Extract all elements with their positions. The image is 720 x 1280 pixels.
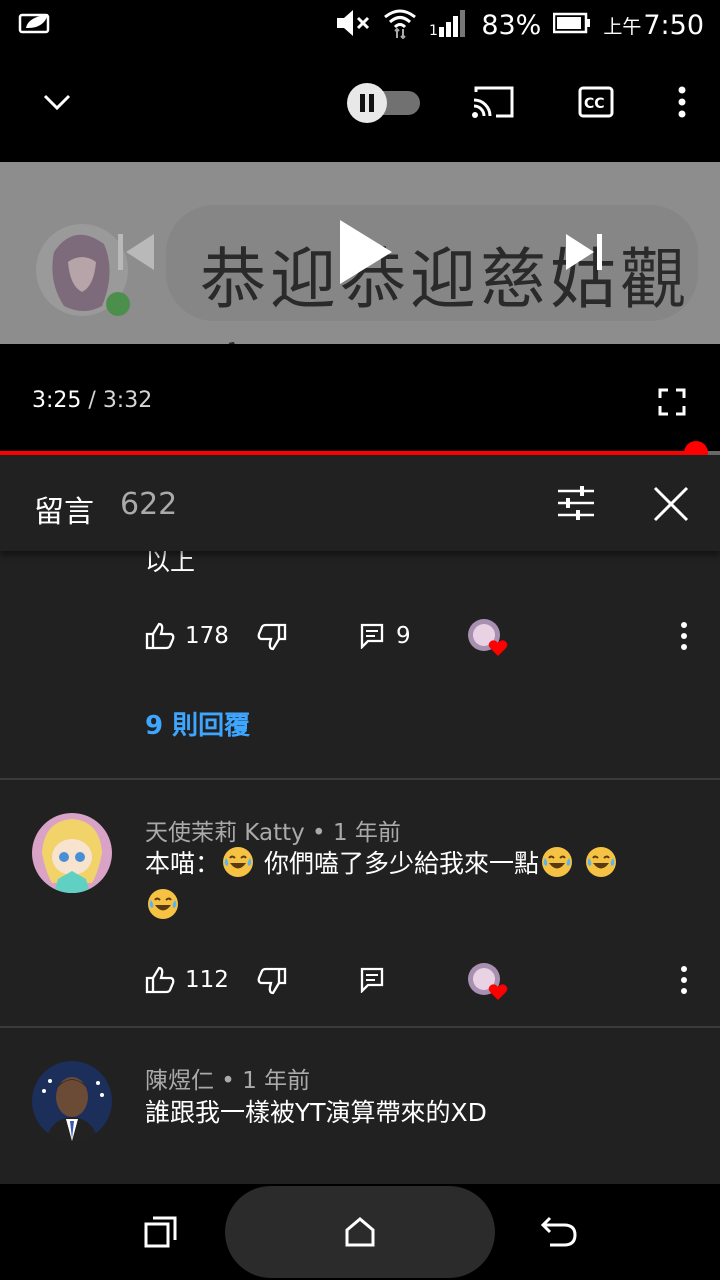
like-count: 112 [185, 967, 229, 993]
duration: 3:32 [102, 388, 153, 413]
view-replies-link[interactable]: 9 則回覆 [145, 705, 250, 742]
system-navigation-bar [0, 1184, 720, 1280]
creator-heart-icon [467, 962, 511, 1006]
reply-icon[interactable] [360, 967, 384, 997]
comments-count: 622 [120, 487, 178, 522]
battery-icon [553, 12, 591, 38]
status-bar: 1 83% 上午 7:50 [0, 0, 720, 50]
home-icon[interactable] [344, 1216, 376, 1252]
comment-menu-icon[interactable] [679, 966, 689, 998]
svg-text:CC: CC [584, 96, 605, 112]
mute-icon [335, 8, 371, 42]
player-top-bar: CC [0, 50, 720, 162]
comments-list[interactable]: 以上 178 9 9 則回覆 天使茉莉 Katty • 1 年前 本喵： 你們嗑… [0, 551, 720, 1184]
divider [0, 1026, 720, 1028]
laughing-tears-emoji-icon [148, 889, 178, 919]
like-icon[interactable] [145, 966, 175, 998]
current-time: 3:25 [32, 388, 82, 413]
like-count: 178 [185, 623, 229, 649]
laughing-tears-emoji-icon [585, 847, 616, 877]
time-display: 3:25 / 3:32 [32, 388, 152, 413]
ampm-label: 上午 [603, 15, 642, 38]
reply-icon[interactable] [360, 623, 384, 653]
wifi-icon [383, 7, 417, 43]
comments-header: 留言 622 [0, 455, 720, 551]
comment-author[interactable]: 陳煜仁 [145, 1068, 214, 1094]
comment-menu-icon[interactable] [679, 622, 689, 654]
time-separator: / [81, 388, 103, 413]
battery-percent: 83% [481, 9, 542, 41]
laughing-tears-emoji-icon [223, 847, 254, 877]
meta-separator: • [214, 1068, 243, 1094]
reply-count: 9 [396, 623, 411, 649]
more-options-icon[interactable] [676, 86, 688, 122]
minimize-chevron-icon[interactable] [42, 88, 72, 118]
divider [0, 778, 720, 780]
clock: 7:50 [643, 9, 704, 41]
comment-text-part: 本喵： [145, 849, 221, 878]
cast-icon[interactable] [472, 86, 514, 122]
filter-settings-icon[interactable] [556, 483, 596, 527]
previous-video-icon[interactable] [116, 232, 156, 276]
dislike-icon[interactable] [257, 623, 287, 655]
comment-text: 誰跟我一樣被YT演算帶來的XD [145, 1098, 487, 1127]
laughing-tears-emoji-icon [541, 847, 572, 877]
comment-meta: 陳煜仁 • 1 年前 [145, 1061, 310, 1095]
comment-age: 1 年前 [242, 1068, 311, 1094]
autoplay-toggle[interactable] [346, 82, 422, 128]
like-icon[interactable] [145, 622, 175, 654]
comment-text: 以上 [145, 551, 196, 576]
comments-title: 留言 [34, 495, 94, 530]
creator-heart-icon [467, 618, 511, 662]
leaf-notification-icon [18, 10, 54, 40]
recent-apps-icon[interactable] [144, 1216, 178, 1252]
comment-text: 本喵： 你們嗑了多少給我來一點 [145, 843, 685, 927]
avatar[interactable] [32, 813, 112, 893]
svg-text:1: 1 [429, 23, 438, 37]
play-icon[interactable] [338, 218, 394, 290]
comment-meta: 天使茉莉 Katty • 1 年前 [145, 813, 401, 847]
back-icon[interactable] [540, 1216, 578, 1252]
close-icon[interactable] [652, 485, 690, 527]
comment-text-part: 你們嗑了多少給我來一點 [256, 849, 539, 878]
signal-icon: 1 [429, 9, 469, 41]
next-video-icon[interactable] [564, 232, 604, 276]
fullscreen-icon[interactable] [658, 388, 686, 420]
captions-icon[interactable]: CC [578, 86, 614, 122]
avatar[interactable] [32, 1061, 112, 1141]
dislike-icon[interactable] [257, 967, 287, 999]
